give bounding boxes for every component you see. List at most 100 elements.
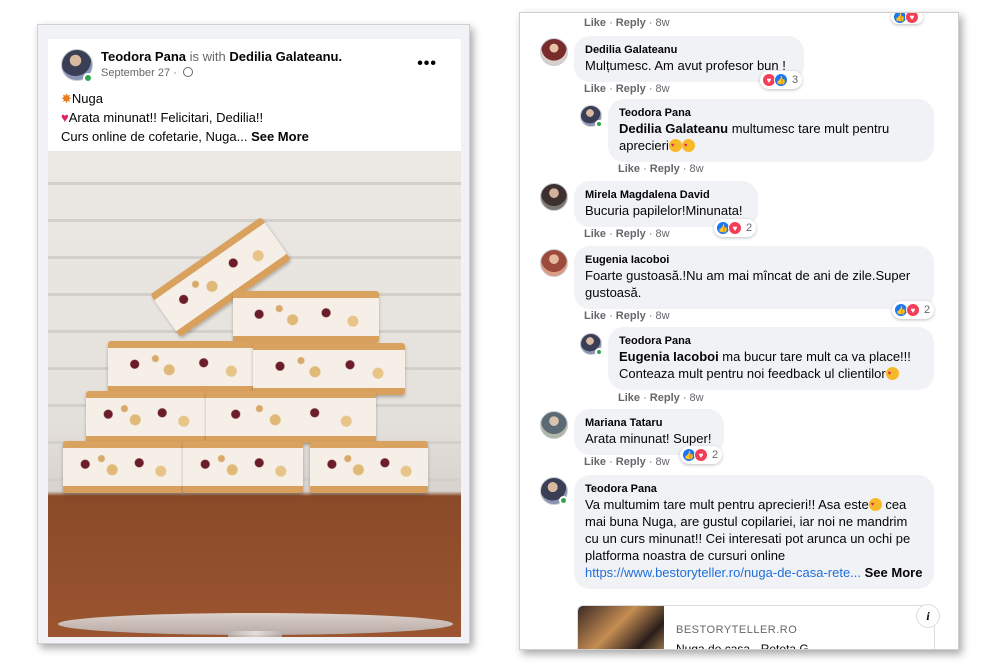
post-line-2: ♥Arata minunat!! Felicitari, Dedilia!! — [61, 110, 264, 125]
reply-button[interactable]: Reply — [616, 310, 646, 322]
reply-button[interactable]: Reply — [616, 228, 646, 240]
commenter-name[interactable]: Mariana Tataru — [585, 416, 713, 430]
post-line-1: ✸Nuga — [61, 91, 103, 106]
author-name[interactable]: Teodora Pana — [101, 49, 186, 64]
comment-text: Dedilia Galateanu multumesc tare mult pe… — [619, 120, 923, 155]
nougat-piece — [253, 343, 405, 395]
reply-button[interactable]: Reply — [650, 392, 680, 404]
post-line-3: Curs online de cofetarie, Nuga... See Mo… — [61, 129, 309, 144]
reply-button[interactable]: Reply — [616, 456, 646, 468]
online-status-icon — [595, 120, 603, 128]
post-header: Teodora Pana is with Dedilia Galateanu. … — [61, 49, 451, 85]
like-button[interactable]: Like — [584, 456, 606, 468]
comment-text: Arata minunat! Super! — [585, 431, 712, 446]
post-date: September 27 · — [101, 67, 193, 79]
nougat-piece — [63, 441, 183, 493]
heart-icon: ♥ — [61, 110, 69, 125]
commenter-name[interactable]: Teodora Pana — [619, 106, 923, 120]
comment-actions: Like · Reply · 8w — [584, 310, 670, 322]
love-reaction-icon: ♥ — [694, 448, 708, 462]
comment-actions: Like · Reply · 8w — [618, 392, 704, 404]
nougat-piece — [206, 391, 376, 443]
online-status-icon — [559, 496, 568, 505]
reactions-summary[interactable]: ♥ 👍 3 — [760, 71, 803, 89]
reactions-summary[interactable]: 👍 ♥ 2 — [680, 446, 723, 464]
comment-bubble: Eugenia Iacoboi Foarte gustoasă.!Nu am m… — [574, 246, 934, 309]
comment-text: Va multumim tare mult pentru aprecieri!!… — [585, 496, 923, 581]
nougat-piece — [233, 291, 379, 343]
post-text: ✸Nuga ♥Arata minunat!! Felicitari, Dedil… — [61, 89, 451, 146]
external-link[interactable]: https://www.bestoryteller.ro/nuga-de-cas… — [585, 565, 861, 580]
more-options-icon[interactable]: ••• — [417, 55, 437, 73]
comment-time: 8w — [655, 456, 670, 468]
heart-eyes-emoji-icon — [668, 138, 682, 155]
comment-actions: Like · Reply · 8w — [584, 17, 670, 29]
nougat-piece — [108, 341, 258, 393]
commenter-name[interactable]: Teodora Pana — [619, 334, 923, 348]
nougat-piece — [310, 441, 428, 493]
link-preview-card[interactable]: BESTORYTELLER.RO Nuga de casa · Reteta G… — [577, 605, 935, 650]
comment-text: Eugenia Iacoboi ma bucur tare mult ca va… — [619, 348, 923, 383]
like-button[interactable]: Like — [584, 17, 606, 29]
like-button[interactable]: Like — [618, 163, 640, 175]
comment-text: Bucuria papilelor!Minunata! — [585, 203, 743, 218]
see-more-link[interactable]: See More — [251, 129, 309, 144]
comment-time: 8w — [689, 392, 704, 404]
comment-text: Mulțumesc. Am avut profesor bun ! — [585, 58, 786, 73]
reply-bubble: Teodora Pana Eugenia Iacoboi ma bucur ta… — [608, 327, 934, 390]
commenter-avatar[interactable] — [540, 183, 568, 211]
commenter-name[interactable]: Mirela Magdalena David — [585, 188, 747, 202]
commenter-avatar[interactable] — [540, 411, 568, 439]
info-icon[interactable]: i — [916, 604, 940, 628]
commenter-avatar[interactable] — [540, 249, 568, 277]
like-button[interactable]: Like — [618, 392, 640, 404]
reply-button[interactable]: Reply — [650, 163, 680, 175]
nougat-piece — [183, 441, 303, 493]
commenter-name[interactable]: Teodora Pana — [585, 482, 923, 496]
comment-actions: Like · Reply · 8w — [584, 83, 670, 95]
comment-actions: Like · Reply · 8w — [584, 456, 670, 468]
nougat-piece — [86, 391, 206, 443]
post-timestamp[interactable]: September 27 · — [101, 67, 177, 79]
comment-time: 8w — [655, 83, 670, 95]
with-text: is with — [189, 49, 226, 64]
heart-eyes-emoji-icon — [868, 497, 882, 514]
comment-actions: Like · Reply · 8w — [584, 228, 670, 240]
like-button[interactable]: Like — [584, 228, 606, 240]
online-status-icon — [83, 73, 93, 83]
reactions-summary[interactable]: 👍 ♥ 2 — [714, 219, 757, 237]
link-title: Nuga de casa · Reteta G... — [676, 642, 819, 650]
reactions-summary[interactable]: 👍 ♥ — [891, 13, 923, 24]
comment-time: 8w — [655, 310, 670, 322]
commenter-name[interactable]: Eugenia Iacoboi — [585, 253, 923, 267]
post-author-line: Teodora Pana is with Dedilia Galateanu. — [101, 49, 342, 64]
comment-actions: Like · Reply · 8w — [618, 163, 704, 175]
like-button[interactable]: Like — [584, 83, 606, 95]
reply-button[interactable]: Reply — [616, 83, 646, 95]
commenter-name[interactable]: Dedilia Galateanu — [585, 43, 793, 57]
post-photo[interactable] — [48, 151, 461, 637]
love-reaction-icon: ♥ — [905, 13, 919, 24]
mention-link[interactable]: Dedilia Galateanu — [619, 121, 728, 136]
heart-eyes-emoji-icon — [681, 138, 695, 155]
tagged-person[interactable]: Dedilia Galateanu. — [229, 49, 342, 64]
mention-link[interactable]: Eugenia Iacoboi — [619, 349, 719, 364]
link-domain: BESTORYTELLER.RO — [676, 624, 798, 636]
reply-button[interactable]: Reply — [616, 17, 646, 29]
post: Teodora Pana is with Dedilia Galateanu. … — [48, 39, 461, 637]
link-thumbnail — [578, 606, 664, 649]
reply-bubble: Teodora Pana Dedilia Galateanu multumesc… — [608, 99, 934, 162]
globe-icon — [182, 67, 193, 77]
love-reaction-icon: ♥ — [906, 303, 920, 317]
post-screenshot: Teodora Pana is with Dedilia Galateanu. … — [37, 24, 470, 644]
commenter-avatar[interactable] — [540, 38, 568, 66]
comment-text: Foarte gustoasă.!Nu am mai mîncat de ani… — [585, 268, 911, 300]
like-reaction-icon: 👍 — [774, 73, 788, 87]
comment-time: 8w — [689, 163, 704, 175]
like-button[interactable]: Like — [584, 310, 606, 322]
reactions-summary[interactable]: 👍 ♥ 2 — [892, 301, 935, 319]
comment-bubble: Teodora Pana Va multumim tare mult pentr… — [574, 475, 934, 589]
cake-stand-stem — [228, 631, 282, 637]
see-more-link[interactable]: See More — [861, 565, 923, 580]
comment-time: 8w — [655, 17, 670, 29]
